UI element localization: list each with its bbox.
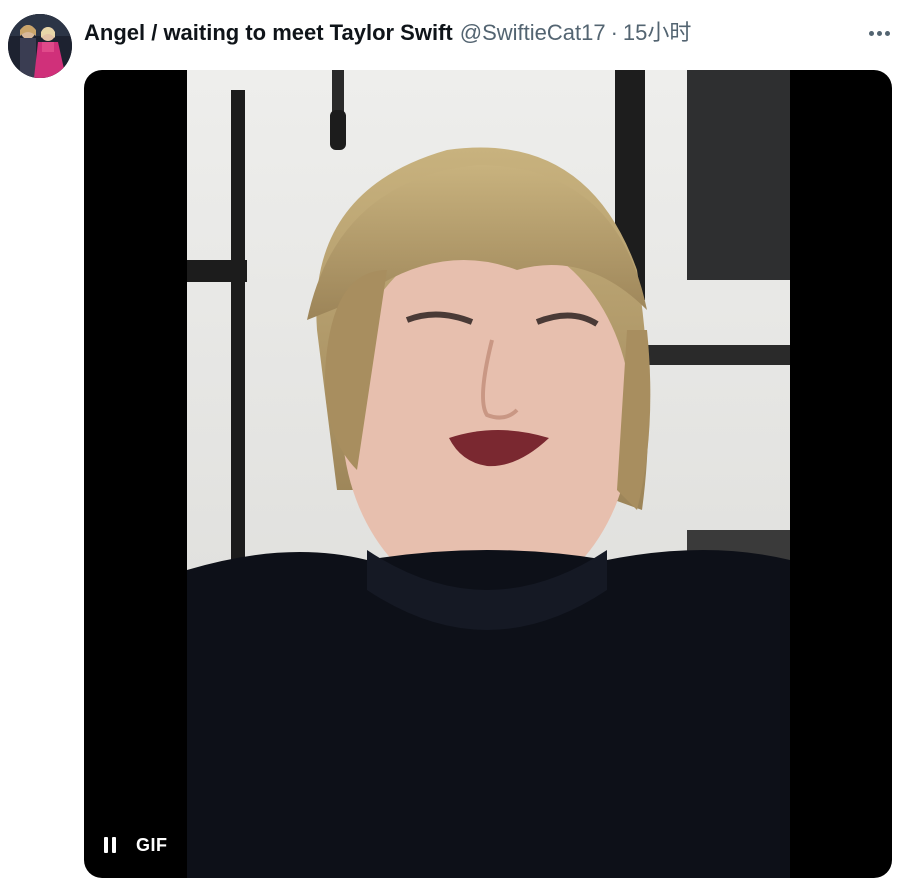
gif-frame <box>187 70 790 878</box>
separator-dot: · <box>610 20 618 45</box>
more-options-button[interactable] <box>860 18 898 48</box>
gif-image <box>187 70 790 878</box>
more-horizontal-icon <box>868 30 874 36</box>
avatar[interactable] <box>8 14 72 78</box>
gif-controls: GIF <box>104 830 168 860</box>
tweet-header: Angel / waiting to meet Taylor Swift @Sw… <box>84 16 691 50</box>
tweet[interactable]: Angel / waiting to meet Taylor Swift @Sw… <box>0 0 907 891</box>
gif-badge: GIF <box>136 835 168 855</box>
gif-media[interactable]: GIF <box>84 70 892 878</box>
author-name[interactable]: Angel / waiting to meet Taylor Swift <box>84 16 453 50</box>
more-horizontal-icon <box>884 30 890 36</box>
avatar-image <box>8 14 72 78</box>
more-horizontal-icon <box>876 30 882 36</box>
timestamp[interactable]: 15小时 <box>623 16 691 50</box>
author-handle[interactable]: @SwiftieCat17 <box>460 16 606 50</box>
pause-icon[interactable] <box>104 837 118 853</box>
